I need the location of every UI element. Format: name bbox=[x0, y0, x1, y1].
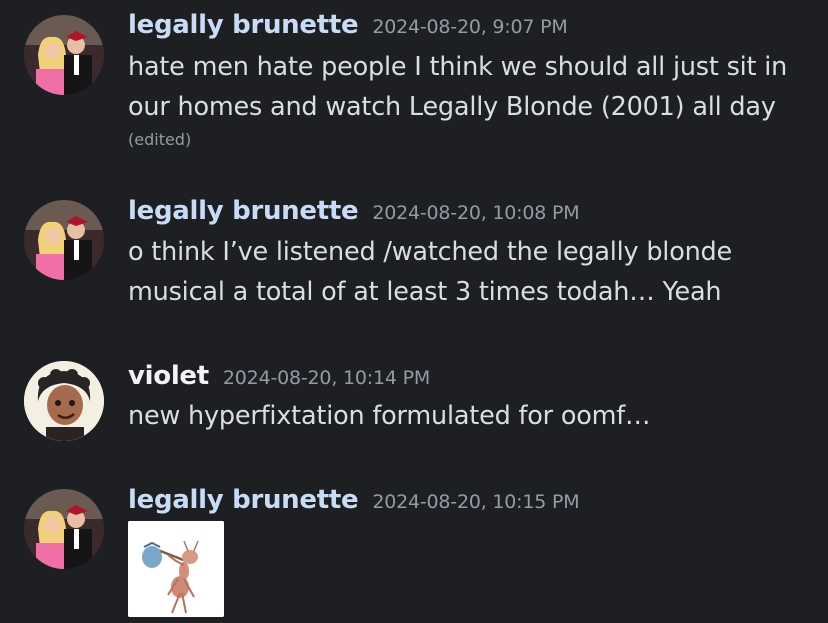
timestamp: 2024-08-20, 10:15 PM bbox=[372, 491, 580, 513]
avatar[interactable] bbox=[24, 489, 104, 569]
avatar-photo-icon bbox=[24, 489, 104, 569]
username[interactable]: legally brunette bbox=[128, 196, 359, 226]
avatar-photo-icon bbox=[24, 200, 104, 280]
message-text: new hyperfixtation formulated for oomf… bbox=[128, 401, 651, 431]
message-header: violet 2024-08-20, 10:14 PM bbox=[128, 361, 430, 391]
username[interactable]: violet bbox=[128, 361, 209, 391]
message-text: hate men hate people I think we should a… bbox=[128, 52, 788, 82]
ant-carrying-bindle-icon bbox=[128, 521, 224, 617]
message-header: legally brunette 2024-08-20, 10:08 PM bbox=[128, 196, 580, 226]
message-list: legally brunette 2024-08-20, 9:07 PM hate… bbox=[0, 0, 828, 623]
edited-label: (edited) bbox=[128, 130, 192, 149]
message-header: legally brunette 2024-08-20, 9:07 PM bbox=[128, 10, 568, 40]
avatar[interactable] bbox=[24, 200, 104, 280]
timestamp: 2024-08-20, 10:08 PM bbox=[372, 202, 580, 224]
username[interactable]: legally brunette bbox=[128, 10, 359, 40]
timestamp: 2024-08-20, 10:14 PM bbox=[222, 367, 431, 389]
image-attachment[interactable] bbox=[128, 521, 224, 617]
message-header: legally brunette 2024-08-20, 10:15 PM bbox=[128, 485, 580, 515]
message-text: musical a total of at least 3 times toda… bbox=[128, 277, 722, 307]
message-text: o think I’ve listened /watched the legal… bbox=[128, 237, 733, 267]
timestamp: 2024-08-20, 9:07 PM bbox=[372, 16, 568, 38]
message-text: our homes and watch Legally Blonde (2001… bbox=[128, 92, 776, 122]
username[interactable]: legally brunette bbox=[128, 485, 359, 515]
avatar-cartoon-icon bbox=[24, 361, 104, 441]
avatar[interactable] bbox=[24, 15, 104, 95]
avatar-photo-icon bbox=[24, 15, 104, 95]
avatar[interactable] bbox=[24, 361, 104, 441]
